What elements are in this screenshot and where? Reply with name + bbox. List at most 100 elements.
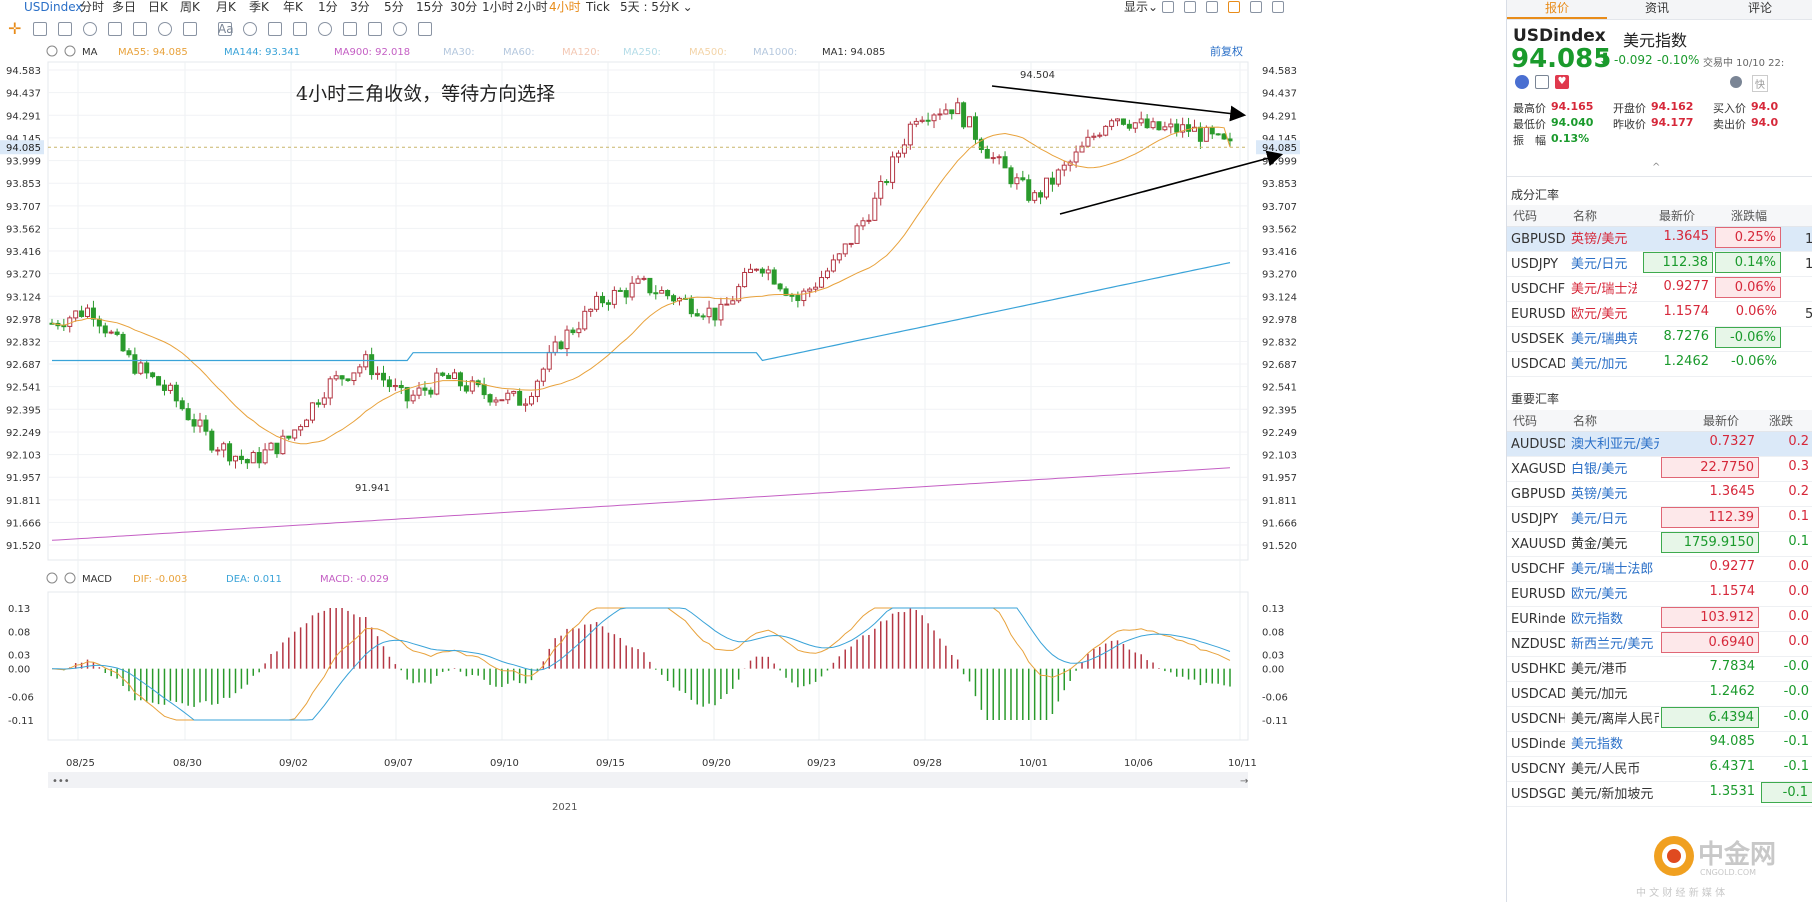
chart-canvas[interactable]: 94.583 94.58394.437 94.43794.291 94.29194.1… [0, 0, 1502, 902]
alert-bell-icon[interactable] [1730, 76, 1742, 88]
tab-news[interactable]: 资讯 [1607, 0, 1707, 19]
row-name: 美元指数 [1571, 737, 1624, 752]
price-tick-right: 91.811 [1262, 496, 1297, 507]
ma-legend-item[interactable]: MA120: [562, 47, 600, 58]
ma-legend-item[interactable]: MA55: 94.085 [118, 47, 188, 58]
ma-close-icon[interactable] [64, 45, 76, 57]
table-row[interactable]: AUDUSD 澳大利亚元/美元 0.7327 0.2 [1507, 432, 1812, 457]
quote-symbol: USDindex [1513, 26, 1606, 46]
candle-body [1132, 122, 1138, 129]
row-change: -0.0 [1783, 659, 1809, 674]
row-change: -0.06% [1731, 354, 1777, 369]
table-row[interactable]: XAUUSD 黄金/美元 1759.9150 0.1 [1507, 532, 1812, 557]
macd-dif: DIF: -0.003 [133, 574, 187, 585]
candle-body [1221, 133, 1227, 140]
ma-legend-item[interactable]: MA30: [443, 47, 475, 58]
macd-close-icon[interactable] [64, 572, 76, 584]
price-tick-left: 92.978 [6, 315, 41, 326]
row-code: XAUUSD [1511, 537, 1565, 552]
watermark-logo: 中金网 CNGOLD.COM 中 文 财 经 新 媒 体 [1636, 830, 1812, 902]
price-tick-left: 92.832 [6, 338, 41, 349]
candle-body [428, 389, 434, 395]
macd-name[interactable]: MACD [82, 574, 112, 585]
candle-body [1162, 126, 1168, 131]
quote-field-value: 94.165 [1551, 100, 1594, 113]
candle-body [191, 419, 197, 427]
ma-indicator-name[interactable]: MA [82, 47, 98, 58]
ma-legend-item[interactable]: MA250: [623, 47, 661, 58]
candle-body [878, 181, 884, 199]
macd-settings-icon[interactable] [46, 572, 58, 584]
chart-panel[interactable]: USDindex 分时 多日 日K 周K 月K 季K 年K 1分 3分 5分 15分 30分 1小时 2小时… [0, 0, 1502, 902]
candle-body [907, 123, 913, 146]
table-row[interactable]: GBPUSD 英镑/美元 1.3645 0.25% 1 [1507, 227, 1812, 252]
price-tick-left: 94.437 [6, 89, 41, 100]
candle-body [789, 294, 795, 297]
timeline-navigator[interactable] [48, 772, 1248, 788]
table-row[interactable]: USDSEK 美元/瑞典克 8.7276 -0.06% [1507, 327, 1812, 352]
row-price: 112.39 [1661, 507, 1759, 528]
table-row[interactable]: USDCAD 美元/加元 1.2462 -0.0 [1507, 682, 1812, 707]
favorite-heart-icon[interactable]: ♥ [1555, 75, 1569, 89]
table-row[interactable]: USDJPY 美元/日元 112.380.14% 1 [1507, 252, 1812, 277]
ma-legend-item[interactable]: MA1000: [753, 47, 797, 58]
table-row[interactable]: XAGUSD 白银/美元 22.7750 0.3 [1507, 457, 1812, 482]
date-tick: 09/20 [702, 758, 731, 769]
table-row[interactable]: USDJPY 美元/日元 112.39 0.1 [1507, 507, 1812, 532]
table-row[interactable]: USDSGD 美元/新加坡元 1.3531 -0.1 [1507, 782, 1812, 807]
table-row[interactable]: USDCNH 美元/离岸人民币 6.4394 -0.0 [1507, 707, 1812, 732]
adjust-label[interactable]: 前复权 [1210, 44, 1243, 58]
candle-body [1126, 123, 1132, 129]
current-price-right: 94.085 [1262, 143, 1297, 154]
candle-body [1026, 179, 1032, 201]
table-row[interactable]: GBPUSD 英镑/美元 1.3645 0.2 [1507, 482, 1812, 507]
date-tick: 09/15 [596, 758, 625, 769]
ma-legend-item[interactable]: MA144: 93.341 [224, 47, 300, 58]
globe-icon[interactable] [1515, 75, 1529, 89]
candle-body [327, 378, 333, 399]
table-row[interactable]: USDCHF 美元/瑞士法 0.9277 0.06% [1507, 277, 1812, 302]
candle-body [79, 310, 85, 317]
candle-body [611, 289, 617, 305]
ma-legend-item[interactable]: MA1: 94.085 [822, 47, 885, 58]
table-row[interactable]: EURUSD 欧元/美元 1.1574 0.0 [1507, 582, 1812, 607]
quick-trade-button[interactable]: 快 [1752, 75, 1768, 92]
row-price: 112.38 [1643, 252, 1713, 273]
price-tick-left: 93.124 [6, 292, 41, 303]
candle-body [570, 329, 576, 334]
table-row[interactable]: NZDUSD 新西兰元/美元 0.6940 0.0 [1507, 632, 1812, 657]
candle-body [333, 375, 339, 380]
table-row[interactable]: USDHKD 美元/港币 7.7834 -0.0 [1507, 657, 1812, 682]
price-tick-right: 93.707 [1262, 202, 1297, 213]
tab-quote[interactable]: 报价 [1507, 0, 1607, 19]
ma-settings-icon[interactable] [46, 45, 58, 57]
quote-field-label: 最高价 [1513, 102, 1546, 115]
dea-line [51, 607, 1231, 721]
date-tick: 08/25 [66, 758, 95, 769]
table-row[interactable]: USDindex 美元指数 94.085 -0.1 [1507, 732, 1812, 757]
macd-tick-right: -0.06 [1262, 693, 1288, 704]
ma-legend-item[interactable]: MA900: 92.018 [334, 47, 410, 58]
row-code: USDHKD [1511, 662, 1565, 677]
table-row[interactable]: USDCNY 美元/人民币 6.4371 -0.1 [1507, 757, 1812, 782]
tab-comments[interactable]: 评论 [1707, 0, 1812, 19]
price-tick-right: 91.520 [1262, 541, 1297, 552]
row-price: 103.912 [1661, 607, 1759, 628]
table-row[interactable]: USDCAD 美元/加元 1.2462 -0.06% [1507, 352, 1812, 377]
collapse-icon[interactable]: ^ [1652, 162, 1660, 173]
row-name: 美元/离岸人民币 [1571, 712, 1659, 727]
ma-legend-item[interactable]: MA500: [689, 47, 727, 58]
table-row[interactable]: USDCHF 美元/瑞士法郎 0.9277 0.0 [1507, 557, 1812, 582]
table-row[interactable]: EURindex 欧元指数 103.912 0.0 [1507, 607, 1812, 632]
row-change: 0.3 [1788, 459, 1809, 474]
components-header: 代码 名称 最新价 涨跌幅 [1507, 205, 1812, 227]
candle-body [866, 219, 872, 222]
navigator-handle-icon[interactable]: ••• [52, 776, 70, 787]
candle-body [392, 384, 398, 388]
row-extra: 1 [1805, 227, 1812, 252]
candle-body [1168, 123, 1174, 128]
table-row[interactable]: EURUSD 欧元/美元 1.1574 0.06% 5 [1507, 302, 1812, 327]
navigator-end-icon[interactable]: → [1240, 776, 1248, 787]
ma-legend-item[interactable]: MA60: [503, 47, 535, 58]
note-icon[interactable] [1535, 75, 1549, 89]
